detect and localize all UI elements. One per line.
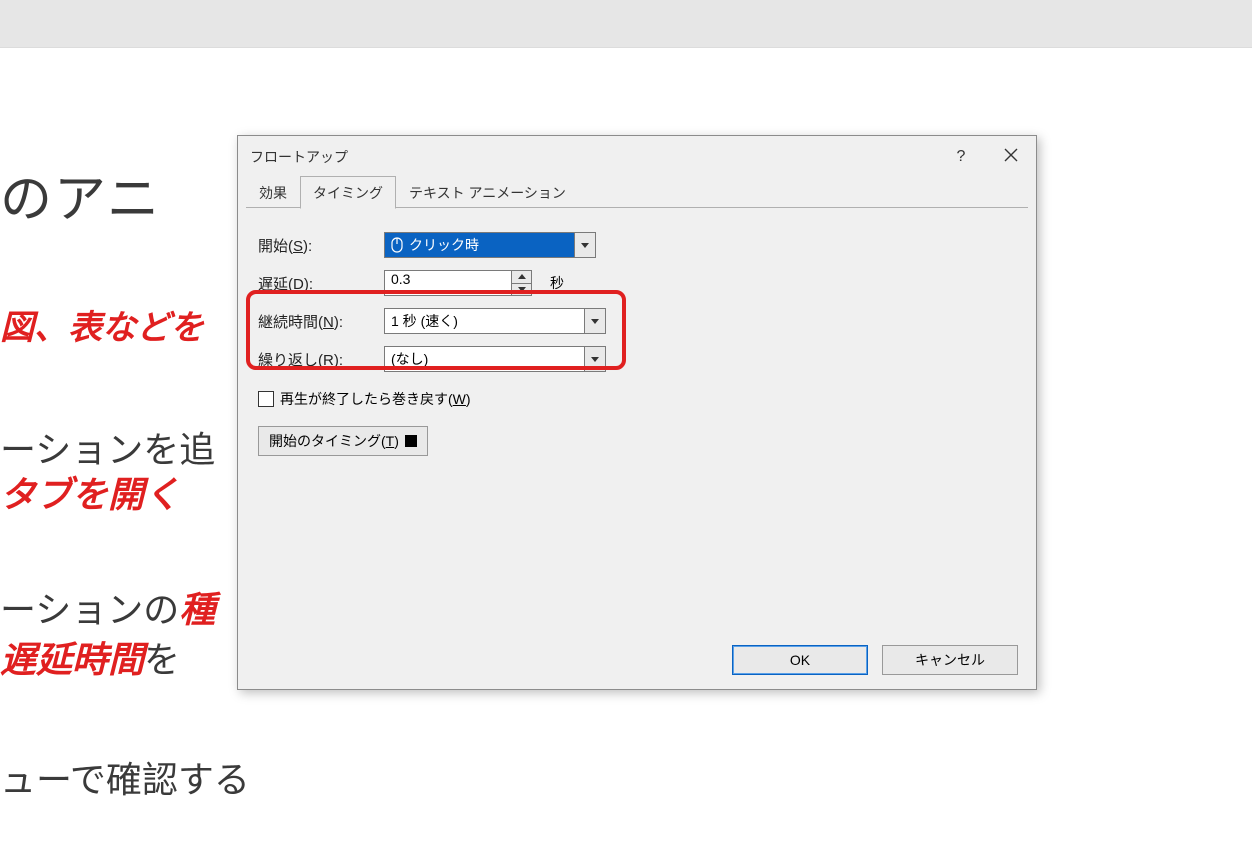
- ribbon-bar: [0, 0, 1252, 48]
- label-delay: 遅延(D):: [258, 273, 376, 294]
- label-duration: 継続時間(N):: [258, 311, 376, 332]
- cancel-button[interactable]: キャンセル: [882, 645, 1018, 675]
- help-button[interactable]: ?: [936, 136, 986, 178]
- delay-spin-down[interactable]: [512, 283, 531, 296]
- float-up-dialog: フロートアップ ? 効果 タイミング テキスト アニメーション 開始(S): ク…: [237, 135, 1037, 690]
- label-start: 開始(S):: [258, 235, 376, 256]
- row-rewind: 再生が終了したら巻き戻す(W): [258, 382, 1016, 416]
- mouse-icon: [391, 237, 403, 253]
- repeat-combo[interactable]: (なし): [384, 346, 606, 372]
- row-duration: 継続時間(N): 1 秒 (速く): [258, 302, 1016, 340]
- bg-line-7: ューで確認する: [0, 755, 250, 805]
- duration-value: 1 秒 (速く): [384, 308, 584, 334]
- dialog-footer: OK キャンセル: [238, 631, 1036, 689]
- triangle-down-icon: [518, 287, 526, 292]
- tab-timing[interactable]: タイミング: [300, 176, 396, 209]
- repeat-dropdown-button[interactable]: [584, 346, 606, 372]
- label-repeat: 繰り返し(R):: [258, 349, 376, 370]
- tab-panel-timing: 開始(S): クリック時 遅延(D): 0.3: [238, 208, 1036, 631]
- tab-text-animation[interactable]: テキスト アニメーション: [396, 176, 579, 208]
- row-delay: 遅延(D): 0.3 秒: [258, 264, 1016, 302]
- tab-effect[interactable]: 効果: [246, 176, 300, 208]
- bg-line-2: 図、表などを: [0, 305, 204, 353]
- triangle-up-icon: [518, 274, 526, 279]
- close-icon: [1004, 148, 1018, 167]
- dialog-titlebar[interactable]: フロートアップ ?: [238, 136, 1036, 178]
- bg-line-3: ーションを追: [0, 425, 215, 475]
- chevron-down-icon: [591, 357, 599, 362]
- bg-line-6: 遅延時間を: [0, 635, 180, 685]
- chevron-down-icon: [591, 319, 599, 324]
- row-start: 開始(S): クリック時: [258, 226, 1016, 264]
- row-repeat: 繰り返し(R): (なし): [258, 340, 1016, 378]
- bg-line-5: ーションの種: [0, 585, 215, 635]
- start-dropdown-button[interactable]: [574, 232, 596, 258]
- duration-combo[interactable]: 1 秒 (速く): [384, 308, 606, 334]
- chevron-down-icon: [581, 243, 589, 248]
- bg-title-fragment: のアニ: [0, 165, 161, 238]
- rewind-checkbox[interactable]: [258, 391, 274, 407]
- bg-line-4: タブを開く: [0, 470, 180, 520]
- delay-spin-up[interactable]: [512, 271, 531, 283]
- delay-value[interactable]: 0.3: [384, 270, 512, 296]
- repeat-value: (なし): [384, 346, 584, 372]
- expand-marker-icon: [405, 435, 417, 447]
- close-button[interactable]: [986, 136, 1036, 178]
- delay-unit: 秒: [550, 273, 564, 293]
- duration-dropdown-button[interactable]: [584, 308, 606, 334]
- dialog-tabbar: 効果 タイミング テキスト アニメーション: [238, 178, 1036, 208]
- start-value: クリック時: [409, 235, 479, 255]
- delay-spinner[interactable]: 0.3: [384, 270, 532, 296]
- dialog-title: フロートアップ: [250, 147, 348, 167]
- ok-button[interactable]: OK: [732, 645, 868, 675]
- start-timing-button[interactable]: 開始のタイミング(T): [258, 426, 428, 456]
- label-rewind: 再生が終了したら巻き戻す(W): [280, 389, 471, 409]
- start-combo[interactable]: クリック時: [384, 232, 596, 258]
